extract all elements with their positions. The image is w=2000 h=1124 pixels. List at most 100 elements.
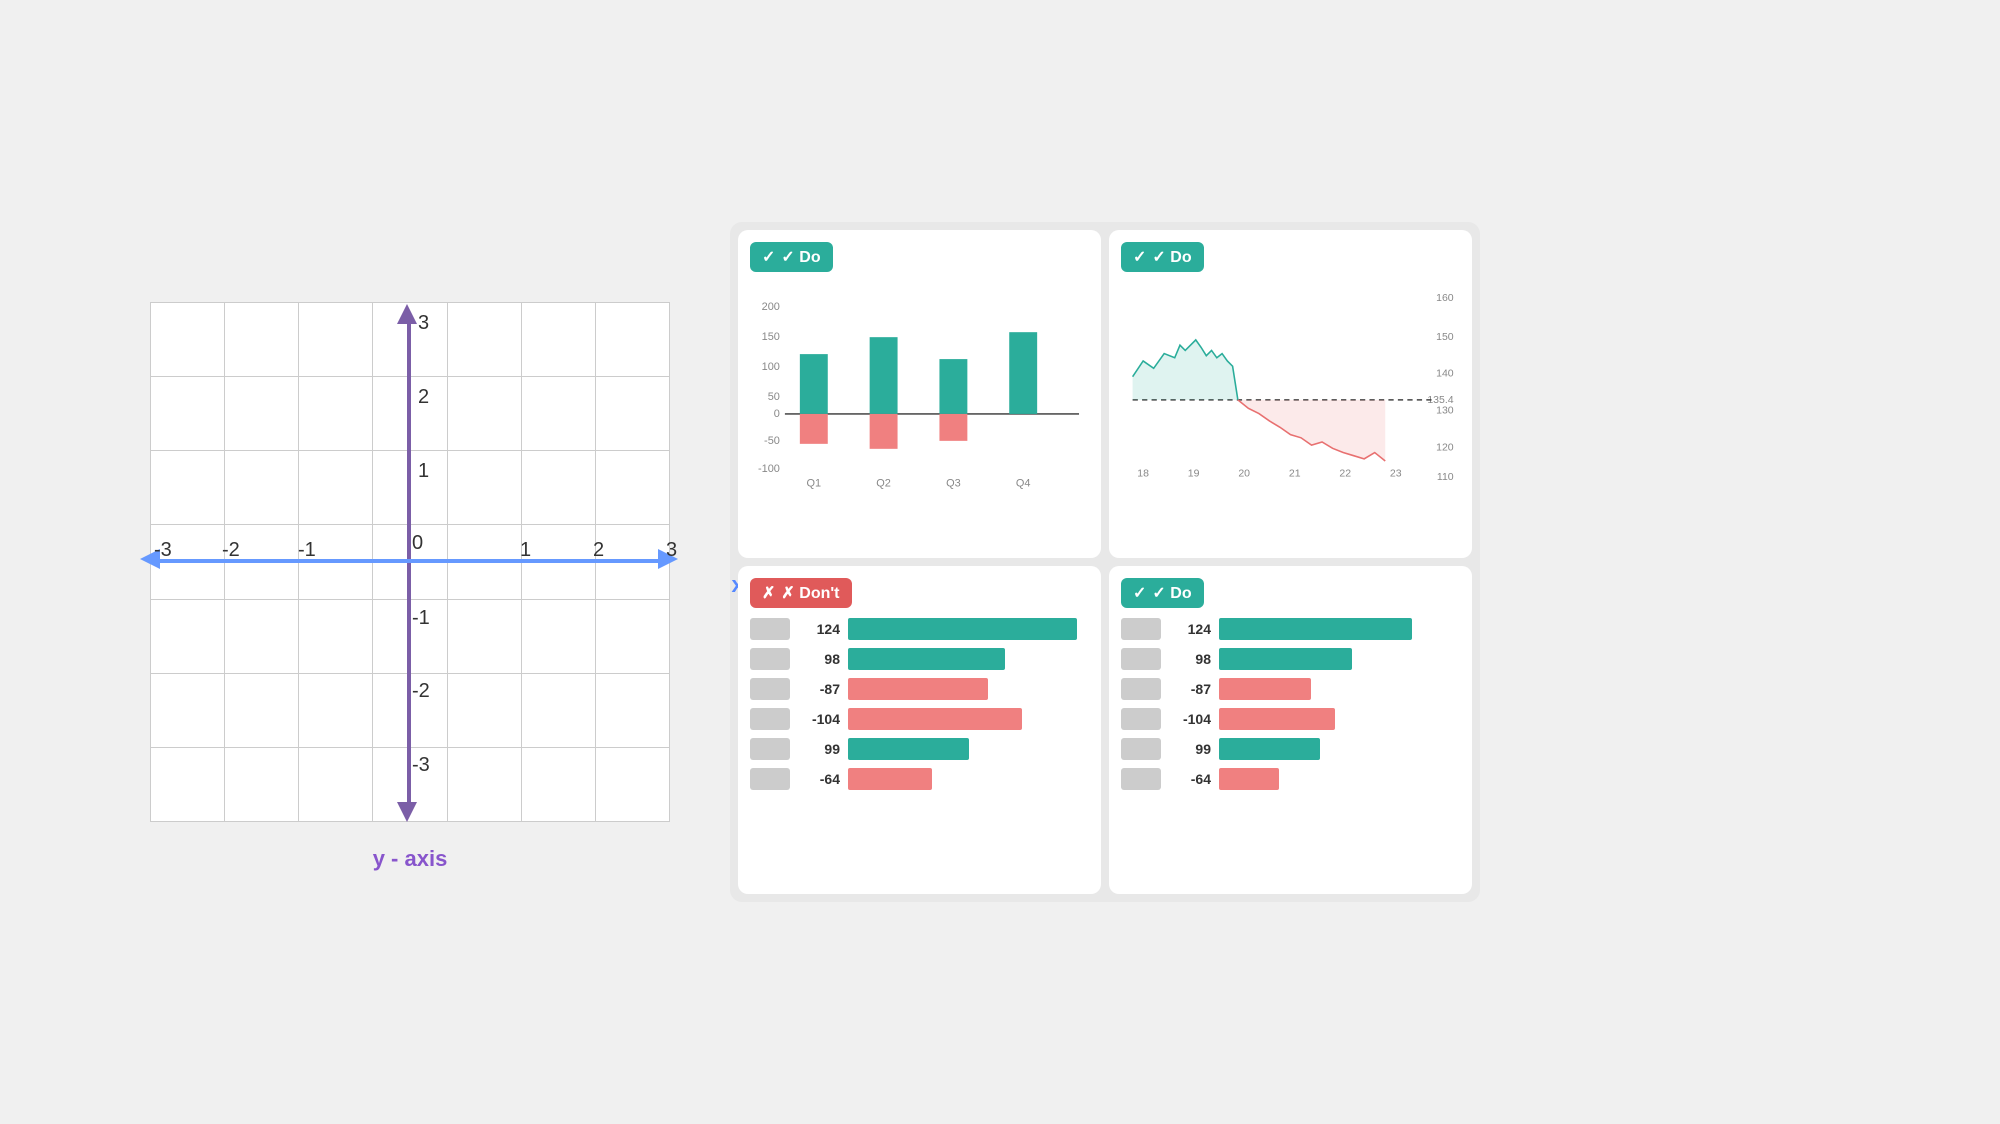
hbar-value: -104 <box>1169 711 1211 727</box>
hbar-label-box <box>750 648 790 670</box>
svg-text:-50: -50 <box>764 435 780 447</box>
hbar-bar-positive <box>848 648 1005 670</box>
bar-chart-area: 200 150 100 50 0 -50 -100 <box>750 282 1089 502</box>
hbar-row: -64 <box>1121 768 1460 790</box>
x-label-3: 3 <box>666 539 677 562</box>
y-label-1: 1 <box>418 460 429 483</box>
x-label-neg1: -1 <box>298 539 316 562</box>
hbar-bar-container <box>848 738 1089 760</box>
y-label-3: 3 <box>418 312 429 335</box>
chart-card-3: ✗ ✗ Don't 124 98 <box>738 566 1101 894</box>
bar-chart-svg: 200 150 100 50 0 -50 -100 <box>750 282 1089 502</box>
badge-label-4: ✓ Do <box>1152 583 1191 603</box>
hbar-value: 99 <box>1169 741 1211 757</box>
hbar-bar-positive <box>1219 648 1352 670</box>
svg-text:0: 0 <box>774 408 780 420</box>
badge-do-4: ✓ ✓ Do <box>1121 578 1204 608</box>
hbar-bar-negative <box>1219 768 1279 790</box>
hbar-bar-container <box>1219 678 1460 700</box>
hbar-bar-positive <box>1219 618 1412 640</box>
hbar-row: -87 <box>1121 678 1460 700</box>
hbar-value: 99 <box>798 741 840 757</box>
badge-label-3: ✗ Don't <box>781 583 839 603</box>
svg-text:150: 150 <box>1436 331 1454 343</box>
coordinate-grid: 3 2 1 0 -1 -2 -3 -3 -2 -1 1 2 3 y - axis… <box>150 302 670 822</box>
line-chart-area: 160 150 140 135.4 130 120 110 18 19 20 2… <box>1121 282 1460 482</box>
svg-text:140: 140 <box>1436 368 1454 380</box>
hbar-bar-positive <box>848 618 1077 640</box>
y-label-2: 2 <box>418 386 429 409</box>
hbar-row: 99 <box>750 738 1089 760</box>
svg-text:22: 22 <box>1339 468 1351 480</box>
svg-text:200: 200 <box>762 301 780 313</box>
hbar-bar-container <box>848 648 1089 670</box>
hbar-row: 98 <box>1121 648 1460 670</box>
svg-text:20: 20 <box>1238 468 1250 480</box>
svg-text:50: 50 <box>768 391 780 403</box>
hbar-row: 124 <box>1121 618 1460 640</box>
hbar-label-box <box>750 618 790 640</box>
chart-card-2: ✓ ✓ Do 160 150 140 135.4 130 120 110 18 … <box>1109 230 1472 558</box>
x-icon-3: ✗ <box>762 583 775 603</box>
hbar-value: -64 <box>1169 771 1211 787</box>
hbar-bar-container <box>1219 648 1460 670</box>
badge-label-2: ✓ Do <box>1152 247 1191 267</box>
hbar-bar-container <box>1219 738 1460 760</box>
hbar-bar-container <box>1219 768 1460 790</box>
hbar-bar-positive <box>848 738 969 760</box>
x-label-neg3: -3 <box>154 539 172 562</box>
hbar-row: -64 <box>750 768 1089 790</box>
hbar-bar-negative <box>1219 678 1311 700</box>
y-axis-label: y - axis <box>373 846 448 872</box>
hbar-bar-negative <box>848 678 988 700</box>
hbar-label-box <box>1121 618 1161 640</box>
hbar-bar-container <box>848 708 1089 730</box>
hbar-label-box <box>750 768 790 790</box>
hbar-bar-negative <box>1219 708 1335 730</box>
svg-text:120: 120 <box>1436 441 1454 453</box>
svg-text:150: 150 <box>762 331 780 343</box>
hbar-bar-container <box>848 768 1089 790</box>
hbar-row: 99 <box>1121 738 1460 760</box>
hbar-row: -87 <box>750 678 1089 700</box>
hbar-value: 98 <box>798 651 840 667</box>
svg-text:21: 21 <box>1289 468 1301 480</box>
hbar-label-box <box>750 738 790 760</box>
hbar-bar-negative <box>848 708 1022 730</box>
svg-text:Q1: Q1 <box>806 478 821 490</box>
main-container: 3 2 1 0 -1 -2 -3 -3 -2 -1 1 2 3 y - axis… <box>150 222 1850 902</box>
svg-text:23: 23 <box>1390 468 1402 480</box>
hbar-chart-area-3: 124 98 -87 <box>750 618 1089 790</box>
svg-text:-100: -100 <box>758 463 780 475</box>
y-label-neg2: -2 <box>412 680 430 703</box>
hbar-bar-container <box>848 678 1089 700</box>
hbar-row: -104 <box>1121 708 1460 730</box>
x-label-2: 2 <box>593 539 604 562</box>
chart-card-1: ✓ ✓ Do 200 150 100 50 0 -50 -100 <box>738 230 1101 558</box>
hbar-label-box <box>750 678 790 700</box>
hbar-row: -104 <box>750 708 1089 730</box>
hbar-bar-container <box>1219 618 1460 640</box>
hbar-row: 98 <box>750 648 1089 670</box>
svg-text:18: 18 <box>1137 468 1149 480</box>
y-axis-arrow-up <box>397 304 417 324</box>
badge-do-1: ✓ ✓ Do <box>750 242 833 272</box>
badge-do-2: ✓ ✓ Do <box>1121 242 1204 272</box>
hbar-bar-container <box>1219 708 1460 730</box>
hbar-bar-container <box>848 618 1089 640</box>
line-chart-svg: 160 150 140 135.4 130 120 110 18 19 20 2… <box>1121 282 1460 482</box>
hbar-label-box <box>1121 738 1161 760</box>
svg-text:Q3: Q3 <box>946 478 961 490</box>
svg-text:160: 160 <box>1436 292 1454 304</box>
hbar-label-box <box>1121 648 1161 670</box>
hbar-chart-area-4: 124 98 -87 <box>1121 618 1460 790</box>
svg-text:130: 130 <box>1436 405 1454 417</box>
svg-text:100: 100 <box>762 361 780 373</box>
hbar-value: -87 <box>798 681 840 697</box>
check-icon-1: ✓ <box>762 247 775 267</box>
hbar-value: -87 <box>1169 681 1211 697</box>
hbar-label-box <box>1121 768 1161 790</box>
charts-grid: ✓ ✓ Do 200 150 100 50 0 -50 -100 <box>730 222 1480 902</box>
hbar-value: -64 <box>798 771 840 787</box>
hbar-value: -104 <box>798 711 840 727</box>
